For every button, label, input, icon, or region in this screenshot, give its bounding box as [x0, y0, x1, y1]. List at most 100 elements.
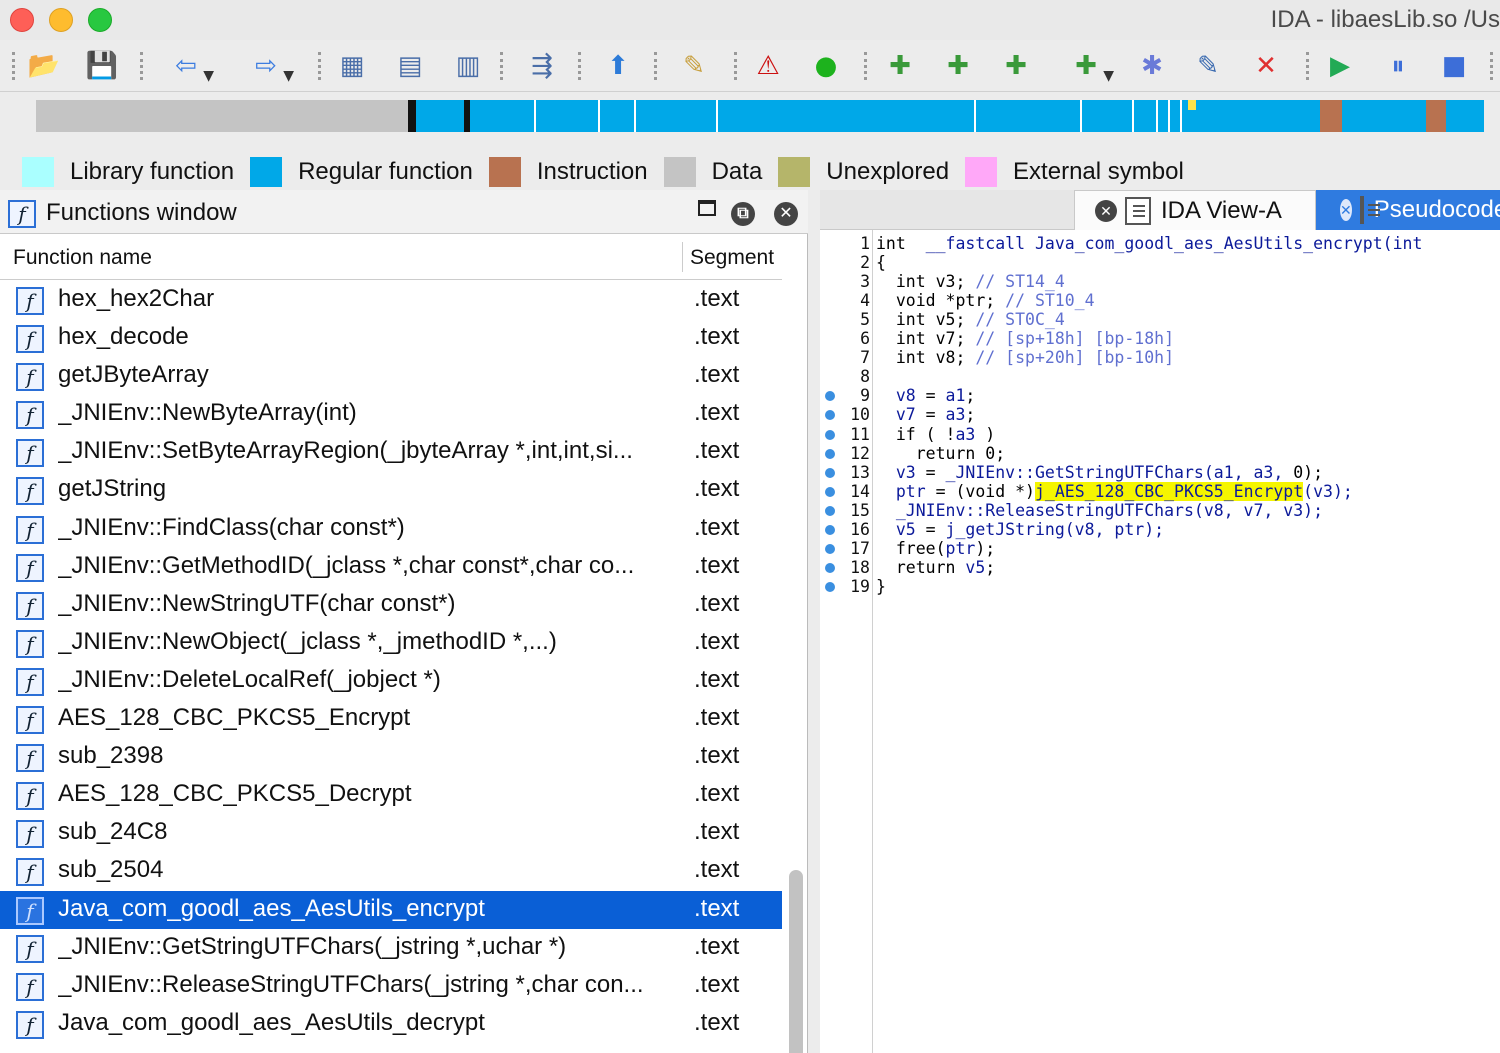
function-row[interactable]: f sub_24C8 .text: [0, 814, 782, 852]
toolbar-grip[interactable]: [1306, 52, 1309, 80]
code-line[interactable]: 1 int __fastcall Java_com_goodl_aes_AesUt…: [820, 234, 1500, 253]
back-arrow-icon[interactable]: ⇦ ▼: [168, 48, 214, 84]
function-row[interactable]: f getJByteArray .text: [0, 357, 782, 395]
toolbar-grip[interactable]: [734, 52, 737, 80]
function-row[interactable]: f _JNIEnv::ReleaseStringUTFChars(_jstring…: [0, 967, 782, 1005]
code-line[interactable]: 12 return 0;: [820, 444, 1500, 463]
function-row[interactable]: f _JNIEnv::NewObject(_jclass *,_jmethodID…: [0, 624, 782, 662]
navigation-bar[interactable]: [36, 100, 1484, 132]
function-row[interactable]: f AES_128_CBC_PKCS5_Encrypt .text: [0, 700, 782, 738]
code-line[interactable]: 6 int v7; // [sp+18h] [bp-18h]: [820, 329, 1500, 348]
function-row[interactable]: f getJString .text: [0, 471, 782, 509]
function-row[interactable]: f AES_128_CBC_PKCS5_Decrypt .text: [0, 776, 782, 814]
function-row[interactable]: f sub_2398 .text: [0, 738, 782, 776]
green-circle-icon[interactable]: ●: [808, 48, 844, 84]
code-line[interactable]: 7 int v8; // [sp+20h] [bp-10h]: [820, 348, 1500, 367]
pause-icon[interactable]: ⏸: [1380, 48, 1416, 84]
tab-ida-view-a[interactable]: ✕ IDA View-A: [1074, 190, 1316, 230]
code-line[interactable]: 16 v5 = j_getJString(v8, ptr);: [820, 520, 1500, 539]
add-struct-icon[interactable]: ✚ ▼: [1068, 48, 1114, 84]
code-text: int v7; // [sp+18h] [bp-18h]: [876, 329, 1174, 348]
function-row[interactable]: f _JNIEnv::NewStringUTF(char const*) .text: [0, 586, 782, 624]
close-panel-button[interactable]: ✕: [774, 202, 798, 226]
column-separator[interactable]: [682, 242, 683, 272]
line-number: 19: [850, 576, 870, 596]
zoom-window-button[interactable]: [88, 8, 112, 32]
toolbar-grip[interactable]: [500, 52, 503, 80]
make-code-icon[interactable]: ✚: [882, 48, 918, 84]
function-row[interactable]: f _JNIEnv::SetByteArrayRegion(_jbyteArray…: [0, 433, 782, 471]
function-row[interactable]: f Java_com_goodl_aes_AesUtils_encrypt .tex…: [0, 890, 782, 929]
function-row[interactable]: f hex_decode .text: [0, 319, 782, 357]
tab-pseudocode-a[interactable]: ✕ Pseudocode-A: [1316, 190, 1500, 230]
hex-view-icon[interactable]: ▦: [334, 48, 370, 84]
close-tab-icon[interactable]: ✕: [1340, 199, 1352, 221]
toolbar: 📂 💾 ⇦ ▼ ⇨ ▼ ▦ ▤ ▥ ⇶ ⬆ ✎ ⚠ ● ✚ ✚ ✚ ✚ ▼ ✱ ✎ ✕ ▶ ⏸ ■: [0, 40, 1500, 92]
function-segment: .text: [694, 323, 740, 351]
code-line[interactable]: 14 ptr = (void *)j_AES_128_CBC_PKCS5_Enc…: [820, 481, 1500, 501]
function-row[interactable]: f _JNIEnv::GetMethodID(_jclass *,char con…: [0, 548, 782, 586]
pseudocode-view[interactable]: 1 int __fastcall Java_com_goodl_aes_AesUt…: [820, 230, 1500, 1053]
code-line[interactable]: 18 return v5;: [820, 558, 1500, 577]
function-row[interactable]: f Java_com_goodl_aes_AesUtils_decrypt .tex…: [0, 1005, 782, 1043]
make-ascii-icon[interactable]: ✚: [998, 48, 1034, 84]
function-row[interactable]: f _JNIEnv::NewByteArray(int) .text: [0, 395, 782, 433]
function-row[interactable]: f _JNIEnv::DeleteLocalRef(_jobject *) .tex…: [0, 662, 782, 700]
code-line[interactable]: 2{: [820, 253, 1500, 272]
function-segment: .text: [694, 361, 740, 389]
dropdown-caret-icon[interactable]: ▼: [1103, 68, 1114, 84]
code-text: v3 = _JNIEnv::GetStringUTFChars(a1, a3, …: [876, 463, 1323, 482]
toolbar-grip[interactable]: [578, 52, 581, 80]
toolbar-grip[interactable]: [12, 52, 15, 80]
text-view-icon[interactable]: ▤: [392, 48, 428, 84]
delete-icon[interactable]: ✕: [1248, 48, 1284, 84]
warning-icon[interactable]: ⚠: [750, 48, 786, 84]
function-row[interactable]: f _JNIEnv::FindClass(char const*) .text: [0, 510, 782, 548]
code-line[interactable]: 5 int v5; // ST0C_4: [820, 310, 1500, 329]
column-segment[interactable]: Segment: [690, 246, 774, 270]
function-row[interactable]: f sub_2504 .text: [0, 852, 782, 890]
pen-icon[interactable]: ✎: [676, 48, 712, 84]
dropdown-caret-icon[interactable]: ▼: [203, 68, 214, 84]
close-tab-icon[interactable]: ✕: [1095, 199, 1117, 222]
make-data-icon[interactable]: ✚: [940, 48, 976, 84]
code-line[interactable]: 10 v7 = a3;: [820, 405, 1500, 424]
functions-scrollbar[interactable]: [789, 870, 803, 1053]
stop-icon[interactable]: ■: [1436, 48, 1472, 84]
toolbar-grip[interactable]: [864, 52, 867, 80]
toolbar-grip[interactable]: [1490, 52, 1493, 80]
close-window-button[interactable]: [10, 8, 34, 32]
maximize-panel-icon[interactable]: [698, 200, 716, 216]
function-row[interactable]: f hex_hex2Char .text: [0, 281, 782, 319]
highlighted-symbol[interactable]: j_AES_128_CBC_PKCS5_Encrypt: [1034, 481, 1304, 501]
code-line[interactable]: 8: [820, 367, 1500, 386]
binary-view-icon[interactable]: ▥: [450, 48, 486, 84]
code-line[interactable]: 9 v8 = a1;: [820, 386, 1500, 405]
pane-splitter[interactable]: [808, 190, 820, 1053]
code-text: void *ptr; // ST10_4: [876, 291, 1095, 310]
code-line[interactable]: 13 v3 = _JNIEnv::GetStringUTFChars(a1, a…: [820, 463, 1500, 482]
code-line[interactable]: 15 _JNIEnv::ReleaseStringUTFChars(v8, v7…: [820, 501, 1500, 520]
play-icon[interactable]: ▶: [1322, 48, 1358, 84]
dropdown-caret-icon[interactable]: ▼: [283, 68, 294, 84]
toolbar-grip[interactable]: [654, 52, 657, 80]
code-token: ;: [965, 405, 976, 425]
up-arrow-icon[interactable]: ⬆: [600, 48, 636, 84]
toolbar-grip[interactable]: [318, 52, 321, 80]
code-line[interactable]: 4 void *ptr; // ST10_4: [820, 291, 1500, 310]
forward-arrow-icon[interactable]: ⇨ ▼: [248, 48, 294, 84]
code-line[interactable]: 11 if ( !a3 ): [820, 425, 1500, 444]
column-function-name[interactable]: Function name: [13, 246, 152, 270]
code-line[interactable]: 3 int v3; // ST14_4: [820, 272, 1500, 291]
minimize-window-button[interactable]: [49, 8, 73, 32]
float-panel-button[interactable]: ⧉: [731, 202, 755, 226]
sparkle-icon[interactable]: ✱: [1134, 48, 1170, 84]
code-line[interactable]: 19}: [820, 577, 1500, 596]
open-folder-icon[interactable]: 📂: [26, 48, 62, 84]
toolbar-grip[interactable]: [140, 52, 143, 80]
edit-icon[interactable]: ✎: [1190, 48, 1226, 84]
save-icon[interactable]: 💾: [84, 48, 120, 84]
jump-icon[interactable]: ⇶: [524, 48, 560, 84]
function-row[interactable]: f _JNIEnv::GetStringUTFChars(_jstring *,u…: [0, 929, 782, 967]
code-line[interactable]: 17 free(ptr);: [820, 539, 1500, 558]
